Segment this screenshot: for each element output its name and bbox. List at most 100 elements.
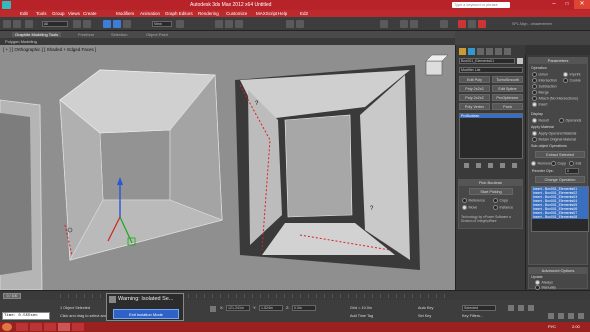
pick-reference-radio[interactable]: Reference xyxy=(462,198,486,203)
pick-boolean-title[interactable]: Pick Boolean xyxy=(459,180,522,186)
menu-modifiers[interactable]: Modifiers xyxy=(116,11,134,16)
op-intersection-radio[interactable]: Intersection xyxy=(532,78,558,83)
polygon-modeling-label[interactable]: Polygon Modeling xyxy=(5,39,37,44)
utilities-tab-icon[interactable] xyxy=(504,48,511,55)
undo-icon[interactable] xyxy=(3,20,11,28)
apply-operand-material-radio[interactable]: Apply Operand Material xyxy=(532,131,577,136)
set-key-button[interactable]: Set Key xyxy=(418,314,431,318)
modifier-list-dropdown[interactable]: Modifier List xyxy=(459,67,523,73)
app-logo-icon[interactable] xyxy=(2,1,11,9)
taskbar-app-3-icon[interactable] xyxy=(44,323,56,331)
mirror-icon[interactable] xyxy=(286,20,294,28)
reference-coord-dropdown[interactable]: View xyxy=(152,21,172,27)
angle-snap-icon[interactable] xyxy=(225,20,233,28)
auto-key-button[interactable]: Auto Key xyxy=(418,306,433,310)
pivot-icon[interactable] xyxy=(176,20,184,28)
display-result-radio[interactable]: Result xyxy=(532,118,549,123)
turbosmooth-button[interactable]: TurboSmooth xyxy=(492,76,523,83)
taskbar-3dsmax-icon[interactable] xyxy=(58,323,70,331)
selection-filter-dropdown[interactable]: All xyxy=(42,21,68,27)
menu-edit[interactable]: Edit xyxy=(20,11,28,16)
object-name-field[interactable]: Box001_Elements01 xyxy=(459,58,515,64)
op-imprint-radio[interactable]: Imprint xyxy=(563,72,581,77)
display-operands-radio[interactable]: Operands xyxy=(559,118,582,123)
close-button[interactable]: ✕ xyxy=(574,0,590,9)
x-coordinate-field[interactable]: 121.241in xyxy=(226,305,250,311)
viewport-geometry[interactable]: ? ? xyxy=(0,45,455,290)
minimize-button[interactable]: – xyxy=(548,1,560,8)
prev-frame-icon[interactable] xyxy=(528,305,534,311)
search-input[interactable]: Type a keyword or phrase xyxy=(452,2,510,8)
render-setup-icon[interactable] xyxy=(458,20,466,28)
schematic-view-icon[interactable] xyxy=(410,20,418,28)
modifier-stack[interactable]: ProBoolean xyxy=(459,113,523,159)
exit-isolation-button[interactable]: Exit Isolation Mode xyxy=(113,309,179,319)
link-icon[interactable] xyxy=(25,20,33,28)
push-button[interactable]: Push xyxy=(492,103,523,110)
extract-selected-button[interactable]: Extract Selected xyxy=(535,151,585,158)
orthographic-viewport[interactable]: ? ? [ + ] [ Orthographic ] [ Shaded + Ed… xyxy=(0,45,455,290)
render-production-icon[interactable] xyxy=(478,20,486,28)
op-insert-radio[interactable]: Insert xyxy=(532,102,548,107)
tab-selection[interactable]: Selection xyxy=(111,32,127,37)
time-slider[interactable]: 0 / 100 xyxy=(0,290,590,300)
maximize-viewport-icon[interactable] xyxy=(578,313,584,319)
select-object-icon[interactable] xyxy=(73,20,81,28)
menu-tools[interactable]: Tools xyxy=(36,11,47,16)
modify-tab-icon[interactable] xyxy=(468,48,475,55)
prooptimizer-button[interactable]: ProOptimizer xyxy=(492,94,523,101)
menu-graph-editors[interactable]: Graph Editors xyxy=(165,11,193,16)
operations-list[interactable]: Insert - Box001_Elements01 Insert - Box00… xyxy=(531,186,589,232)
taskbar-clock[interactable]: 2:00 xyxy=(572,324,580,329)
parameters-title[interactable]: Parameters xyxy=(529,58,587,64)
menu-help[interactable]: Help xyxy=(278,11,287,16)
taskbar-app-5-icon[interactable] xyxy=(72,323,84,331)
snaps-icon[interactable] xyxy=(215,20,223,28)
stack-item-proboolean[interactable]: ProBoolean xyxy=(460,114,522,118)
key-mode-dropdown[interactable]: Selected xyxy=(462,305,496,311)
start-icon[interactable] xyxy=(2,323,12,331)
tab-graphite-modeling[interactable]: Graphite Modeling Tools xyxy=(12,32,62,37)
menu-customize[interactable]: Customize xyxy=(226,11,247,16)
menu-maxscript[interactable]: MAXScript xyxy=(256,11,277,16)
redo-icon[interactable] xyxy=(13,20,21,28)
tab-freeform[interactable]: Freeform xyxy=(78,32,94,37)
edit-poly-button[interactable]: Edit Poly xyxy=(459,76,490,83)
rendered-frame-icon[interactable] xyxy=(468,20,476,28)
maximize-button[interactable]: □ xyxy=(561,1,573,8)
play-icon[interactable] xyxy=(508,305,514,311)
op-merge-radio[interactable]: Merge xyxy=(532,90,549,95)
display-tab-icon[interactable] xyxy=(495,48,502,55)
z-coordinate-field[interactable]: 0.0in xyxy=(292,305,316,311)
key-filters-button[interactable]: Key Filters... xyxy=(462,314,483,318)
op-union-radio[interactable]: Union xyxy=(532,72,548,77)
reorder-ops-spinner[interactable]: 0 xyxy=(565,168,579,174)
pick-instance-radio[interactable]: Instance xyxy=(493,205,514,210)
next-frame-icon[interactable] xyxy=(518,305,524,311)
material-editor-icon[interactable] xyxy=(440,20,448,28)
hierarchy-tab-icon[interactable] xyxy=(477,48,484,55)
inst-radio[interactable]: Inst xyxy=(569,161,582,166)
poly-vertex-button[interactable]: Poly Vertex xyxy=(459,103,490,110)
edit-spline-button[interactable]: Edit Spline xyxy=(492,85,523,92)
percent-snap-icon[interactable] xyxy=(235,20,243,28)
add-time-tag-button[interactable]: Add Time Tag xyxy=(350,314,373,318)
remove-modifier-icon[interactable] xyxy=(500,163,505,168)
menu-rendering[interactable]: Rendering xyxy=(198,11,219,16)
pick-move-radio[interactable]: Move xyxy=(462,205,478,210)
pan-icon[interactable] xyxy=(558,313,564,319)
taskbar-app-2-icon[interactable] xyxy=(30,323,42,331)
keyboard-language[interactable]: РУС xyxy=(548,324,556,329)
menu-views[interactable]: Views xyxy=(68,11,80,16)
taskbar-app-1-icon[interactable] xyxy=(16,323,28,331)
op-attach-radio[interactable]: Attach (No Intersections) xyxy=(532,96,579,101)
menu-ed2[interactable]: Ed2 xyxy=(300,11,308,16)
align-icon[interactable] xyxy=(296,20,304,28)
op-cookie-radio[interactable]: Cookie xyxy=(563,78,581,83)
pick-copy-radio[interactable]: Copy xyxy=(493,198,508,203)
poly-2x2x2-button[interactable]: Poly 2x2x2 xyxy=(459,85,490,92)
viewport-label[interactable]: [ + ] [ Orthographic ] [ Shaded + Edged … xyxy=(3,47,96,52)
select-scale-icon[interactable] xyxy=(123,20,131,28)
object-color-swatch[interactable] xyxy=(517,58,523,64)
menu-group[interactable]: Group xyxy=(52,11,65,16)
